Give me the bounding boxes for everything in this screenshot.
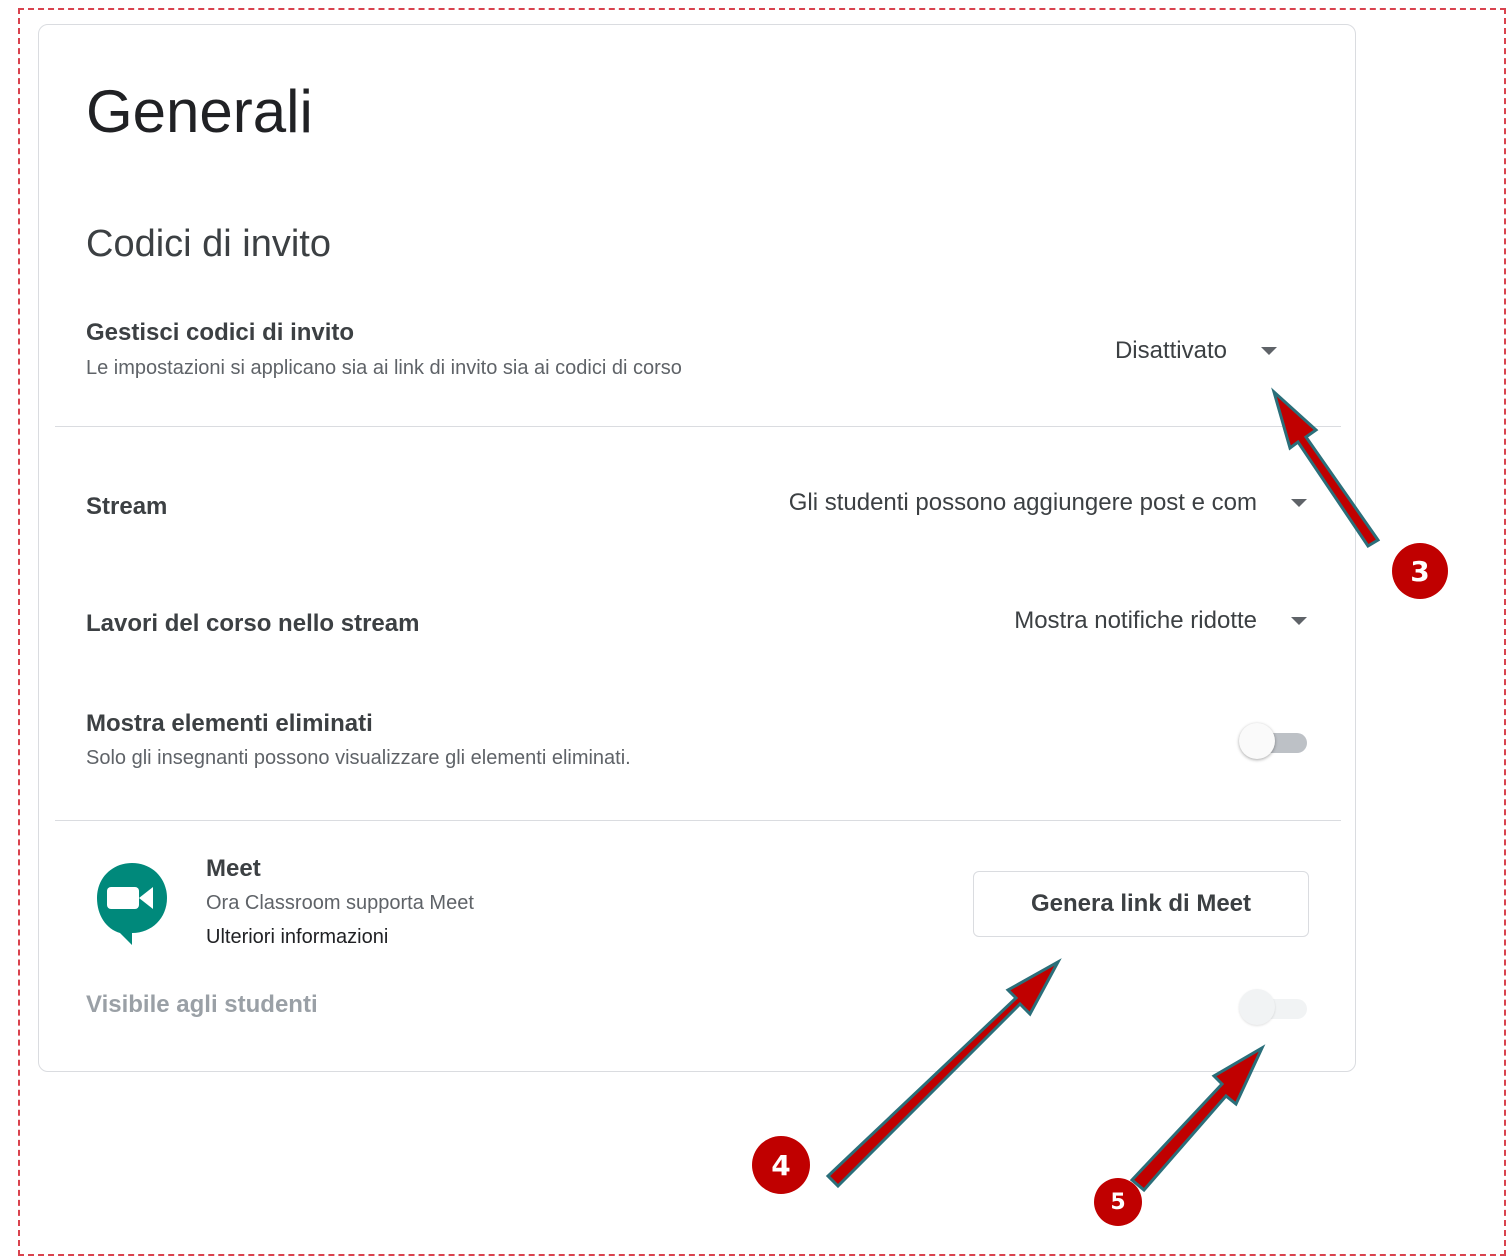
- invite-codes-value: Disattivato: [1114, 337, 1227, 364]
- divider: [55, 820, 1341, 821]
- deleted-items-toggle[interactable]: [1239, 721, 1311, 761]
- invite-codes-dropdown[interactable]: Disattivato: [939, 331, 1283, 371]
- visible-to-students-label: Visibile agli studenti: [86, 991, 318, 1018]
- learn-more-link[interactable]: Ulteriori informazioni: [206, 926, 388, 949]
- dropdown-arrow-icon: [1291, 617, 1307, 625]
- dropdown-arrow-icon: [1291, 499, 1307, 507]
- invite-codes-description: Le impostazioni si applicano sia ai link…: [86, 357, 682, 379]
- deleted-items-label: Mostra elementi eliminati: [86, 710, 373, 737]
- visible-to-students-toggle[interactable]: [1239, 987, 1311, 1027]
- generate-meet-link-button[interactable]: Genera link di Meet: [973, 871, 1309, 937]
- stream-value: Gli studenti possono aggiungere post e c…: [788, 489, 1257, 516]
- divider: [55, 426, 1341, 427]
- section-title-invite-codes: Codici di invito: [86, 223, 331, 265]
- deleted-items-description: Solo gli insegnanti possono visualizzare…: [86, 747, 631, 769]
- toggle-knob: [1239, 989, 1275, 1025]
- dropdown-arrow-icon: [1261, 347, 1277, 355]
- annotation-badge-4: 4: [752, 1136, 810, 1194]
- invite-codes-label: Gestisci codici di invito: [86, 319, 355, 346]
- stream-dropdown[interactable]: Gli studenti possono aggiungere post e c…: [719, 483, 1313, 523]
- classwork-stream-label: Lavori del corso nello stream: [86, 610, 420, 637]
- google-meet-icon: [97, 863, 167, 945]
- classwork-stream-dropdown[interactable]: Mostra notifiche ridotte: [919, 601, 1313, 641]
- toggle-knob: [1239, 723, 1275, 759]
- settings-card: Generali Codici di invito Gestisci codic…: [38, 24, 1356, 1072]
- annotation-badge-5: 5: [1094, 1178, 1142, 1226]
- annotation-badge-3: 3: [1392, 543, 1448, 599]
- meet-title: Meet: [206, 855, 261, 882]
- classwork-stream-value: Mostra notifiche ridotte: [1014, 607, 1257, 634]
- stream-label: Stream: [86, 493, 168, 520]
- meet-subtitle: Ora Classroom supporta Meet: [206, 892, 474, 914]
- page-title: Generali: [86, 78, 313, 145]
